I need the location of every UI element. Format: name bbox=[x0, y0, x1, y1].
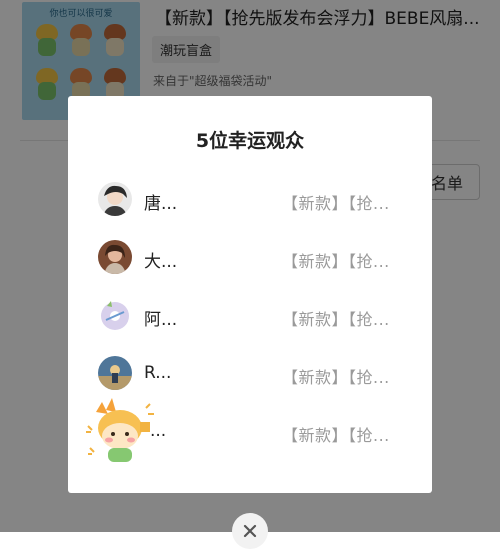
winner-row[interactable]: 唐... 【新款】【抢... bbox=[68, 180, 432, 220]
avatar bbox=[98, 182, 132, 216]
winner-name: 唐... bbox=[144, 194, 178, 214]
winner-prize: 【新款】【抢... bbox=[282, 310, 390, 329]
winner-prize: 【新款】【抢... bbox=[282, 368, 390, 387]
winner-row[interactable]: 大... 【新款】【抢... bbox=[68, 238, 432, 278]
winner-name: 大... bbox=[144, 252, 178, 272]
sticker-character-icon bbox=[82, 392, 160, 470]
winner-row[interactable]: R... 【新款】【抢... bbox=[68, 354, 432, 394]
avatar bbox=[98, 298, 132, 332]
winner-row[interactable]: 阿... 【新款】【抢... bbox=[68, 296, 432, 336]
avatar bbox=[98, 240, 132, 274]
close-icon bbox=[243, 524, 257, 538]
close-button[interactable] bbox=[232, 513, 268, 549]
avatar bbox=[98, 356, 132, 390]
winner-prize: 【新款】【抢... bbox=[282, 194, 390, 213]
winner-name: 阿... bbox=[144, 310, 178, 330]
winner-prize: 【新款】【抢... bbox=[282, 252, 390, 271]
winners-modal: 5位幸运观众 唐... 【新款】【抢... 大... 【新款】【抢... 阿..… bbox=[68, 96, 432, 493]
winner-name: R... bbox=[144, 363, 172, 383]
winner-prize: 【新款】【抢... bbox=[282, 426, 390, 445]
modal-title: 5位幸运观众 bbox=[195, 130, 305, 152]
